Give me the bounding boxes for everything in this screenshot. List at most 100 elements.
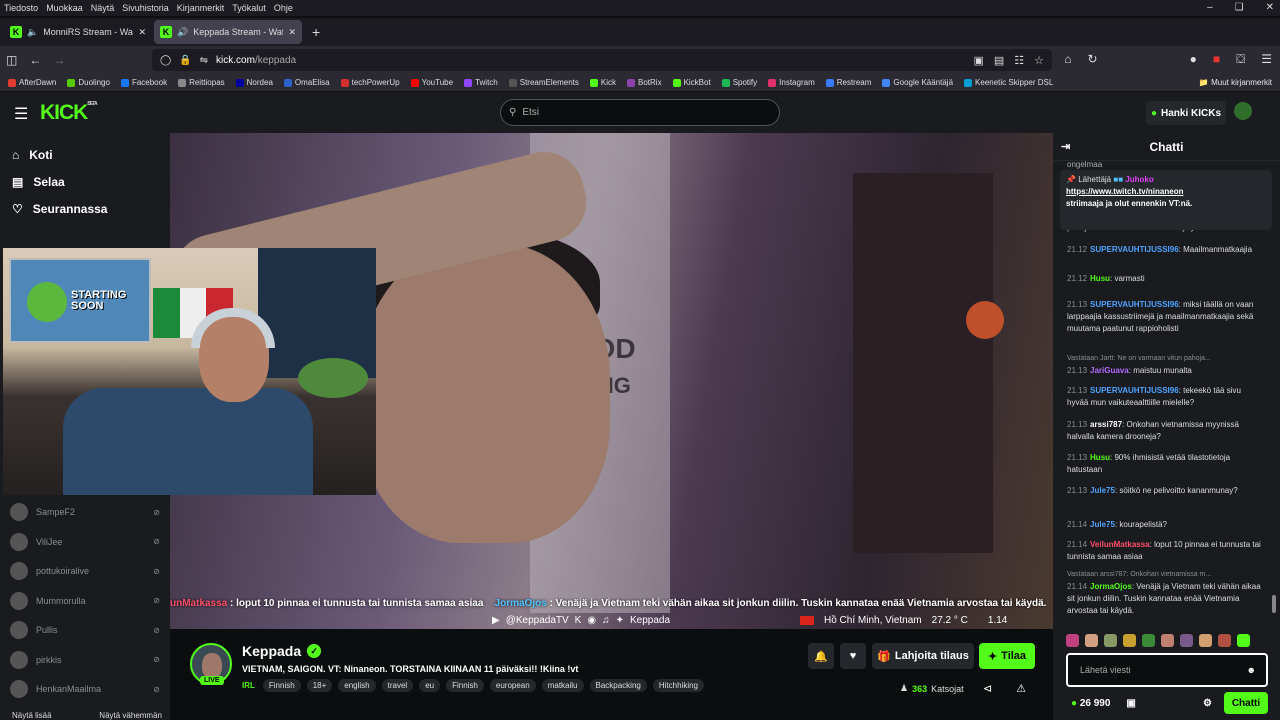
back-icon[interactable]: ←: [29, 53, 41, 67]
pinned-message[interactable]: 📌 Lähettäjä ■■ Juhoko https://www.twitch…: [1060, 170, 1272, 230]
tag[interactable]: matkailu: [541, 679, 584, 692]
chat-scrollbar[interactable]: [1272, 595, 1276, 613]
message-user[interactable]: Jule75: [1090, 486, 1115, 495]
bookmark-botrix[interactable]: BotRix: [627, 78, 662, 87]
bookmark-kickbot[interactable]: KickBot: [672, 78, 711, 87]
send-chat-button[interactable]: Chatti: [1224, 692, 1268, 714]
close-window-icon[interactable]: ✕: [1266, 2, 1274, 13]
bookmark-twitch[interactable]: Twitch: [464, 78, 498, 87]
sidebar-item-home[interactable]: ⌂ Koti: [0, 141, 170, 168]
tag[interactable]: travel: [381, 679, 414, 692]
message-user[interactable]: Jule75: [1090, 520, 1115, 529]
tab-keppada[interactable]: K🔊Keppada Stream - Watch Li✕: [154, 20, 302, 44]
new-tab-icon[interactable]: +: [304, 24, 328, 40]
show-more-link[interactable]: Näytä lisää: [12, 711, 52, 720]
extension-badge-icon[interactable]: ■: [1213, 52, 1220, 67]
message-user[interactable]: JariGuava: [1090, 366, 1129, 375]
settings-icon[interactable]: ⚙: [1203, 698, 1212, 709]
emote-icon[interactable]: [1180, 634, 1193, 647]
bookmark-reittiopas[interactable]: Reittiopas: [178, 78, 225, 87]
tag[interactable]: european: [489, 679, 536, 692]
address-bar[interactable]: ◯ 🔒 ⇋ kick.com/keppada ▣ ▤ ☷ ☆: [152, 49, 1052, 71]
bookmark-star-icon[interactable]: ☆: [1034, 54, 1044, 67]
tag[interactable]: english: [338, 679, 376, 692]
bookmark-facebook[interactable]: Facebook: [120, 78, 167, 87]
tag[interactable]: Backpacking: [589, 679, 647, 692]
share-icon[interactable]: ⊲: [983, 682, 992, 695]
streamer-name[interactable]: Keppada: [242, 643, 301, 659]
message-user[interactable]: Husu: [1090, 453, 1110, 462]
bookmark-streamelements[interactable]: StreamElements: [508, 78, 579, 87]
tab-close-icon[interactable]: ✕: [138, 27, 146, 38]
emote-icon[interactable]: [1237, 634, 1250, 647]
vault-icon[interactable]: ▣: [1126, 698, 1135, 709]
sidebar-item-following[interactable]: ♡ Seurannassa: [0, 195, 170, 222]
bookmark-instagram[interactable]: Instagram: [768, 78, 815, 87]
sidebar-channel[interactable]: ViliJee ⊘: [10, 532, 160, 551]
category-link[interactable]: IRL: [242, 681, 255, 690]
tab-monnirs[interactable]: K🔈MonniRS Stream - Watch Li✕: [4, 20, 152, 44]
menu-muokkaa[interactable]: Muokkaa: [46, 3, 83, 13]
other-bookmarks[interactable]: 📁 Muut kirjanmerkit: [1199, 78, 1272, 87]
bookmark-afterdawn[interactable]: AfterDawn: [8, 78, 56, 87]
show-less-link[interactable]: Näytä vähemmän: [99, 711, 162, 720]
kick-logo[interactable]: KICKBETA: [40, 101, 98, 125]
sidebar-channel[interactable]: Pullis ⊘: [10, 621, 160, 639]
app-menu-icon[interactable]: ☰: [1261, 52, 1272, 67]
reader-icon[interactable]: ☷: [1014, 54, 1024, 67]
message-user[interactable]: SUPERVAUHTIJUSSI96: [1090, 386, 1179, 395]
message-user[interactable]: VeilunMatkassa: [1090, 540, 1150, 549]
bookmark-restream[interactable]: Restream: [825, 78, 871, 87]
sidebar-item-browse[interactable]: ▤ Selaa: [0, 168, 170, 195]
emoji-icon[interactable]: ☻: [1247, 665, 1256, 675]
bookmark-spotify[interactable]: Spotify: [721, 78, 757, 87]
sidebar-channel[interactable]: HenkanMaailma ⊘: [10, 680, 160, 698]
menu-sivuhistoria[interactable]: Sivuhistoria: [122, 3, 169, 13]
sidebar-channel[interactable]: pirkkis ⊘: [10, 650, 160, 669]
emote-icon[interactable]: [1199, 634, 1212, 647]
tag[interactable]: Finnish: [262, 679, 301, 692]
tag[interactable]: eu: [419, 679, 441, 692]
emote-icon[interactable]: [1218, 634, 1231, 647]
get-kicks-button[interactable]: ● Hanki KICKs: [1146, 101, 1226, 125]
bookmark-duolingo[interactable]: Duolingo: [67, 78, 110, 87]
emote-icon[interactable]: [1085, 634, 1098, 647]
message-user[interactable]: SUPERVAUHTIJUSSI96: [1090, 245, 1179, 254]
emote-icon[interactable]: [1161, 634, 1174, 647]
sidebar-toggle-icon[interactable]: ◫: [6, 53, 17, 67]
tag[interactable]: 18+: [306, 679, 333, 692]
pinned-link[interactable]: https://www.twitch.tv/ninaneon: [1066, 186, 1266, 198]
message-user[interactable]: arssi787: [1090, 420, 1122, 429]
menu-tiedosto[interactable]: Tiedosto: [4, 3, 38, 13]
screenshot-icon[interactable]: ▤: [994, 54, 1004, 67]
bookmark-techpowerup[interactable]: techPowerUp: [340, 78, 400, 87]
menu-näytä[interactable]: Näytä: [91, 3, 115, 13]
menu-icon[interactable]: ☰: [14, 104, 28, 124]
emote-icon[interactable]: [1104, 634, 1117, 647]
tag[interactable]: Finnish: [446, 679, 484, 692]
menu-työkalut[interactable]: Työkalut: [232, 3, 266, 13]
chat-input[interactable]: Lähetä viesti ☻: [1066, 653, 1268, 687]
account-icon[interactable]: ●: [1190, 52, 1197, 67]
tag[interactable]: Hitchhiking: [652, 679, 704, 692]
home-icon[interactable]: ⌂: [1064, 52, 1071, 67]
follow-button[interactable]: ♥: [840, 643, 866, 669]
bookmark-google-k-nt-j-[interactable]: Google Kääntäjä: [882, 78, 953, 87]
minimize-icon[interactable]: –: [1207, 2, 1213, 13]
menu-kirjanmerkit[interactable]: Kirjanmerkit: [177, 3, 225, 13]
bookmark-omaelisa[interactable]: OmaElisa: [283, 78, 330, 87]
message-user[interactable]: JormaOjos: [1090, 582, 1132, 591]
bookmark-nordea[interactable]: Nordea: [235, 78, 273, 87]
bookmark-keenetic-skipper-dsl[interactable]: Keenetic Skipper DSL: [964, 78, 1053, 87]
gift-sub-button[interactable]: 🎁 Lahjoita tilaus: [872, 643, 974, 669]
sidebar-channel[interactable]: pottukoiralive ⊘: [10, 562, 160, 580]
emote-icon[interactable]: [1142, 634, 1155, 647]
user-avatar[interactable]: [1234, 102, 1252, 120]
bookmark-kick[interactable]: Kick: [589, 78, 616, 87]
subscribe-button[interactable]: ✦ Tilaa: [979, 643, 1035, 669]
report-icon[interactable]: ⚠: [1016, 682, 1026, 695]
emote-icon[interactable]: [1123, 634, 1136, 647]
sidebar-channel[interactable]: SampeF2 ⊘: [10, 503, 160, 521]
pip-icon[interactable]: ▣: [973, 54, 983, 67]
search-input[interactable]: ⚲ Etsi: [500, 99, 780, 126]
